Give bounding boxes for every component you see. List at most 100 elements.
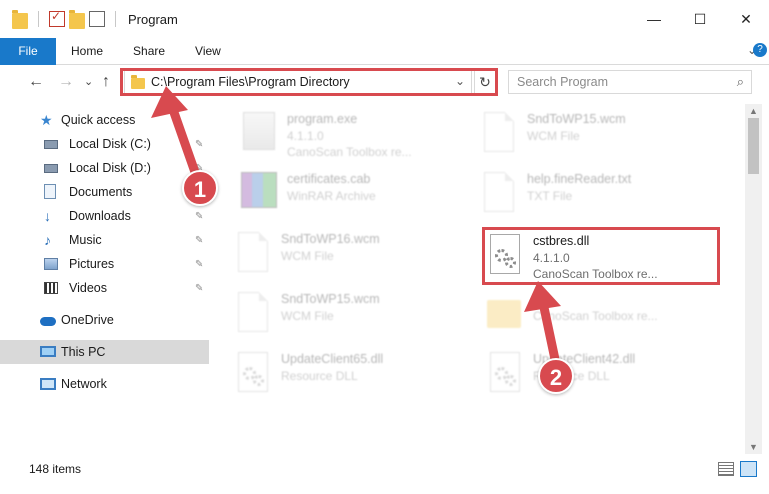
file-item-sndtowp16[interactable]: SndToWP16.wcm WCM File <box>235 228 467 286</box>
ribbon-tabs: File Home Share View ⌄ ? <box>0 37 769 65</box>
sidebar-item-videos[interactable]: Videos ✎ <box>0 276 209 300</box>
documents-icon <box>44 184 56 199</box>
divider <box>115 11 116 27</box>
scroll-down-icon[interactable]: ▼ <box>749 442 758 452</box>
file-name: certificates.cab <box>287 172 371 186</box>
large-icons-view-icon[interactable] <box>740 461 757 477</box>
sidebar-item-label: Downloads <box>69 209 131 223</box>
sidebar-item-local-disk-c[interactable]: Local Disk (C:) ✎ <box>0 132 209 156</box>
sidebar-item-quick-access[interactable]: ★ Quick access <box>0 108 209 132</box>
sidebar-item-label: Videos <box>69 281 107 295</box>
pin-icon[interactable]: ✎ <box>195 211 203 222</box>
folder-icon <box>487 300 521 328</box>
file-icon <box>238 232 268 272</box>
window-title: Program <box>128 11 178 27</box>
drive-icon <box>44 140 58 149</box>
quick-access-toolbar <box>12 9 122 29</box>
pin-icon[interactable]: ✎ <box>195 139 203 150</box>
file-item-program-exe[interactable]: program.exe 4.1.1.0 CanoScan Toolbox re.… <box>241 108 473 166</box>
network-icon <box>40 378 56 390</box>
sidebar-item-network[interactable]: Network <box>0 372 209 396</box>
details-view-icon[interactable] <box>718 462 734 476</box>
file-item-sndtowp15[interactable]: SndToWP15.wcm WCM File <box>481 108 713 166</box>
sidebar-item-label: Network <box>61 377 107 391</box>
download-icon: ↓ <box>44 208 51 224</box>
file-item-sndtowp15-b[interactable]: SndToWP15.wcm WCM File <box>235 288 467 346</box>
pin-icon[interactable]: ✎ <box>195 235 203 246</box>
exe-icon <box>243 112 275 150</box>
new-folder-icon[interactable] <box>69 9 85 29</box>
pin-icon[interactable]: ✎ <box>195 283 203 294</box>
customize-toolbar-icon[interactable] <box>89 11 105 27</box>
tab-view[interactable]: View <box>180 38 236 65</box>
file-name: help.fineReader.txt <box>527 172 632 186</box>
file-description: CanoScan Toolbox re... <box>287 145 412 159</box>
back-arrow-icon[interactable]: ← <box>28 73 44 91</box>
close-button[interactable]: ✕ <box>723 0 769 38</box>
scrollbar-thumb[interactable] <box>748 118 759 174</box>
maximize-button[interactable]: ☐ <box>677 0 723 38</box>
file-description: CanoScan Toolbox re... <box>533 309 658 323</box>
sidebar-item-pictures[interactable]: Pictures ✎ <box>0 252 209 276</box>
address-highlight-box <box>120 68 498 96</box>
callout-badge-1: 1 <box>182 170 218 206</box>
winrar-icon <box>241 172 277 208</box>
vertical-scrollbar[interactable]: ▲ ▼ <box>745 104 762 454</box>
sidebar-item-label: Pictures <box>69 257 115 271</box>
sidebar-item-this-pc[interactable]: This PC <box>0 340 209 364</box>
file-item-help-txt[interactable]: help.fineReader.txt TXT File <box>481 168 713 226</box>
sidebar-item-label: Documents <box>69 185 133 199</box>
forward-arrow-icon[interactable]: → <box>58 73 74 91</box>
videos-icon <box>44 282 58 294</box>
sidebar-item-label: Local Disk (C:) <box>69 137 151 151</box>
properties-check-icon[interactable] <box>49 9 65 27</box>
file-name: SndToWP16.wcm <box>281 232 380 246</box>
file-name: UpdateClient65.dll <box>281 352 384 366</box>
tab-share[interactable]: Share <box>118 38 180 65</box>
file-name: SndToWP15.wcm <box>527 112 626 126</box>
file-item-certificates-cab[interactable]: certificates.cab WinRAR Archive <box>241 168 473 226</box>
file-type: WCM File <box>281 249 334 263</box>
file-item-folder[interactable]: CanoScan Toolbox re... <box>487 288 719 346</box>
file-item-updateclient65[interactable]: UpdateClient65.dll Resource DLL <box>235 348 467 406</box>
music-icon: ♪ <box>44 232 51 248</box>
recent-locations-chevron-icon[interactable]: ⌄ <box>84 75 93 88</box>
pin-icon[interactable]: ✎ <box>195 259 203 270</box>
tab-home[interactable]: Home <box>56 38 118 65</box>
sidebar-item-label: Quick access <box>61 113 136 127</box>
tab-file[interactable]: File <box>0 37 56 65</box>
file-item-updateclient42[interactable]: UpdateClient42.dll Resource DLL <box>487 348 719 406</box>
item-count: 148 items <box>29 462 82 476</box>
file-type: Resource DLL <box>281 369 358 383</box>
address-row: ← → ⌄ ↑ C:\Program Files\Program Directo… <box>0 66 769 100</box>
sidebar-item-label: Local Disk (D:) <box>69 161 151 175</box>
up-arrow-icon[interactable]: ↑ <box>102 73 110 91</box>
file-type: WinRAR Archive <box>287 189 376 203</box>
help-icon[interactable]: ? <box>753 43 767 57</box>
onedrive-icon <box>40 317 56 326</box>
sidebar-item-music[interactable]: ♪ Music ✎ <box>0 228 209 252</box>
pictures-icon <box>44 258 58 270</box>
file-icon <box>484 172 514 212</box>
sidebar-item-label: OneDrive <box>61 313 114 327</box>
this-pc-icon <box>40 346 56 357</box>
sidebar-item-onedrive[interactable]: OneDrive <box>0 308 209 332</box>
dll-gear-icon <box>238 352 268 392</box>
scroll-up-icon[interactable]: ▲ <box>749 106 758 116</box>
folder-icon <box>12 9 28 29</box>
search-input[interactable]: Search Program ⌕ <box>508 70 752 94</box>
file-icon <box>238 292 268 332</box>
sidebar-item-documents[interactable]: Documents ✎ <box>0 180 209 204</box>
file-type: WCM File <box>281 309 334 323</box>
file-type: WCM File <box>527 129 580 143</box>
search-icon[interactable]: ⌕ <box>737 74 744 90</box>
file-name: program.exe <box>287 112 358 126</box>
title-bar: Program — ☐ ✕ <box>0 0 769 38</box>
sidebar-item-label: This PC <box>61 345 106 359</box>
minimize-button[interactable]: — <box>631 0 677 38</box>
sidebar-item-downloads[interactable]: ↓ Downloads ✎ <box>0 204 209 228</box>
sidebar-item-local-disk-d[interactable]: Local Disk (D:) ✎ <box>0 156 209 180</box>
file-highlight-box <box>482 227 720 285</box>
status-bar: 148 items <box>0 456 769 482</box>
file-icon <box>484 112 514 152</box>
